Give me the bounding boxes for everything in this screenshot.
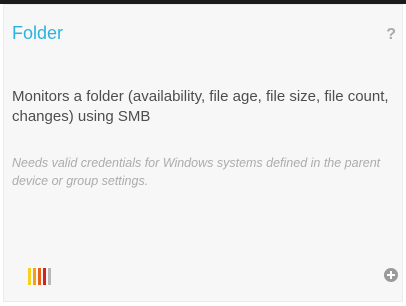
priority-bar [28,268,31,285]
priority-bars-icon [28,268,51,285]
sensor-description: Monitors a folder (availability, file ag… [12,88,389,125]
priority-bar [38,268,41,285]
sensor-note: Needs valid credentials for Windows syst… [12,156,381,188]
sensor-card[interactable]: Folder ? Monitors a folder (availability… [3,4,403,302]
sensor-title: Folder [12,23,64,43]
help-icon[interactable]: ? [386,26,396,44]
priority-bar [43,268,46,285]
priority-bar [48,268,51,285]
add-circle-icon[interactable] [384,268,398,282]
priority-bar [33,268,36,285]
